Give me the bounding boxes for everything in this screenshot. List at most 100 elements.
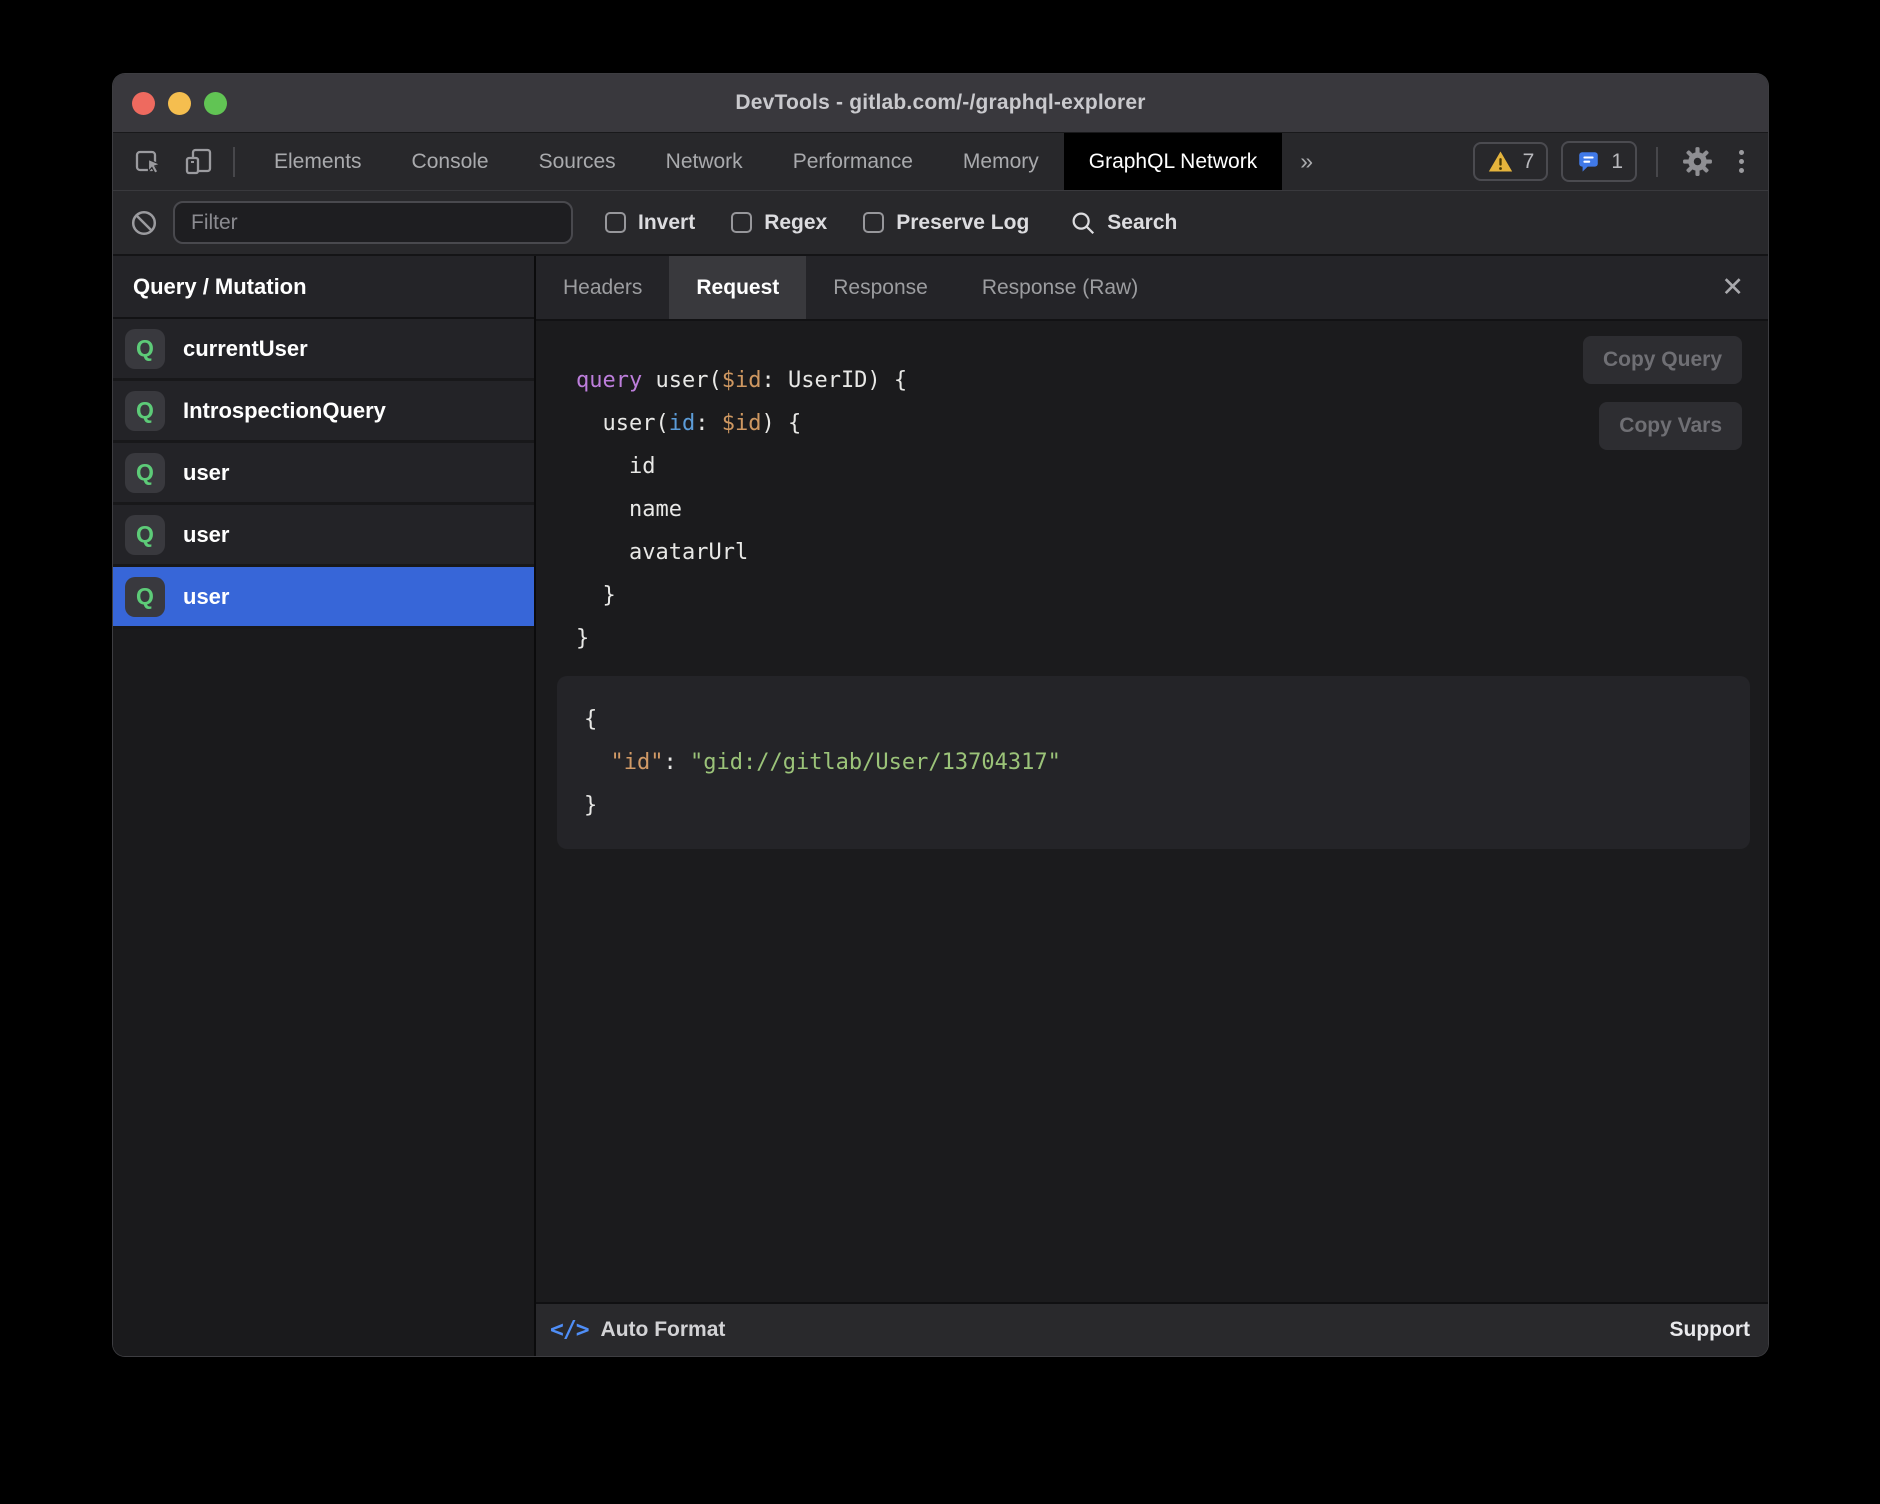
checkbox-regex[interactable]: Regex xyxy=(731,211,827,235)
code-token xyxy=(584,750,611,775)
filter-input[interactable] xyxy=(173,201,573,244)
checkbox-box-regex xyxy=(731,212,752,233)
settings-gear-icon[interactable] xyxy=(1677,145,1718,178)
tab-sources[interactable]: Sources xyxy=(514,133,641,190)
query-variables-box: { "id": "gid://gitlab/User/13704317"} xyxy=(557,676,1750,849)
query-name-label: currentUser xyxy=(183,336,308,362)
code-token: query xyxy=(576,368,642,393)
query-type-badge: Q xyxy=(125,453,165,493)
toolbar-left-icons xyxy=(113,133,249,190)
traffic-lights xyxy=(113,92,227,115)
variables-line-0: { xyxy=(584,698,1730,741)
warning-triangle-icon xyxy=(1487,149,1514,174)
tab-performance[interactable]: Performance xyxy=(768,133,938,190)
query-line-2: id xyxy=(576,445,1768,488)
code-token: "gid://gitlab/User/13704317" xyxy=(690,750,1061,775)
toolbar-right: 7 1 xyxy=(1473,133,1768,190)
checkbox-box-invert xyxy=(605,212,626,233)
detail-tab-response[interactable]: Response xyxy=(806,256,955,319)
checkbox-preserve-log[interactable]: Preserve Log xyxy=(863,211,1029,235)
query-sidebar: Query / Mutation QcurrentUserQIntrospect… xyxy=(113,256,536,1356)
code-token: "id" xyxy=(611,750,664,775)
detail-tab-headers[interactable]: Headers xyxy=(536,256,669,319)
code-token: user( xyxy=(642,368,721,393)
search-label: Search xyxy=(1107,211,1177,235)
sidebar-item-4[interactable]: Quser xyxy=(113,567,534,629)
zoom-window-button[interactable] xyxy=(204,92,227,115)
code-token: id xyxy=(576,454,655,479)
issues-count: 1 xyxy=(1611,150,1623,174)
tab-graphql-network[interactable]: GraphQL Network xyxy=(1064,133,1282,190)
copy-query-button[interactable]: Copy Query xyxy=(1583,336,1742,384)
tab-memory[interactable]: Memory xyxy=(938,133,1064,190)
checkbox-invert[interactable]: Invert xyxy=(605,211,695,235)
toolbar-separator xyxy=(233,147,235,177)
issues-badge[interactable]: 1 xyxy=(1561,141,1637,182)
checkbox-box-preserve-log xyxy=(863,212,884,233)
close-window-button[interactable] xyxy=(132,92,155,115)
variables-line-1: "id": "gid://gitlab/User/13704317" xyxy=(584,741,1730,784)
query-type-badge: Q xyxy=(125,577,165,617)
auto-format-button[interactable]: </> Auto Format xyxy=(550,1317,725,1343)
code-brackets-icon: </> xyxy=(550,1317,589,1343)
code-token: avatarUrl xyxy=(576,540,748,565)
toolbar-right-separator xyxy=(1656,147,1658,177)
query-name-label: user xyxy=(183,522,229,548)
support-link[interactable]: Support xyxy=(1670,1318,1750,1342)
checkbox-label-preserve-log: Preserve Log xyxy=(896,211,1029,235)
code-token: } xyxy=(576,583,616,608)
query-list: QcurrentUserQIntrospectionQueryQuserQuse… xyxy=(113,319,534,629)
main-area: Query / Mutation QcurrentUserQIntrospect… xyxy=(113,256,1768,1356)
code-token: user( xyxy=(576,411,669,436)
code-token: name xyxy=(576,497,682,522)
code-token: : xyxy=(663,750,690,775)
code-token: id xyxy=(669,411,696,436)
code-token: : xyxy=(695,411,722,436)
search-icon xyxy=(1069,209,1097,237)
panel-footer: </> Auto Format Support xyxy=(536,1302,1768,1356)
minimize-window-button[interactable] xyxy=(168,92,191,115)
close-panel-icon[interactable]: ✕ xyxy=(1721,274,1744,301)
inspect-element-icon[interactable] xyxy=(127,141,171,183)
warnings-count: 7 xyxy=(1523,150,1535,174)
code-token: : UserID) { xyxy=(761,368,907,393)
warnings-badge[interactable]: 7 xyxy=(1473,142,1549,181)
sidebar-empty-area xyxy=(113,629,534,1356)
detail-tab-request[interactable]: Request xyxy=(669,256,806,319)
graphql-query-code: query user($id: UserID) { user(id: $id) … xyxy=(536,359,1768,660)
query-line-1: user(id: $id) { xyxy=(576,402,1768,445)
sidebar-item-3[interactable]: Quser xyxy=(113,505,534,567)
search-toggle[interactable]: Search xyxy=(1069,209,1177,237)
query-name-label: user xyxy=(183,460,229,486)
window-title: DevTools - gitlab.com/-/graphql-explorer xyxy=(113,91,1768,115)
query-type-badge: Q xyxy=(125,329,165,369)
request-tab-content: query user($id: UserID) { user(id: $id) … xyxy=(536,321,1768,1302)
detail-tab-response-raw[interactable]: Response (Raw) xyxy=(955,256,1165,319)
more-options-icon[interactable] xyxy=(1731,150,1752,173)
clear-log-icon[interactable] xyxy=(129,208,159,238)
query-line-5: } xyxy=(576,574,1768,617)
tab-network[interactable]: Network xyxy=(641,133,768,190)
query-type-badge: Q xyxy=(125,391,165,431)
variables-line-2: } xyxy=(584,784,1730,827)
copy-vars-button[interactable]: Copy Vars xyxy=(1599,402,1742,450)
detail-panel: HeadersRequestResponseResponse (Raw) ✕ qu… xyxy=(536,256,1768,1356)
code-token: $id xyxy=(722,411,762,436)
more-tabs-button[interactable]: » xyxy=(1282,133,1331,190)
filter-checkboxes: Invert Regex Preserve Log xyxy=(605,211,1029,235)
devtools-tabs: ElementsConsoleSourcesNetworkPerformance… xyxy=(249,133,1282,190)
devtools-toolbar: ElementsConsoleSourcesNetworkPerformance… xyxy=(113,132,1768,190)
code-token: } xyxy=(576,626,589,651)
sidebar-item-0[interactable]: QcurrentUser xyxy=(113,319,534,381)
sidebar-item-2[interactable]: Quser xyxy=(113,443,534,505)
tab-console[interactable]: Console xyxy=(387,133,514,190)
code-token: { xyxy=(584,707,597,732)
detail-tabs: HeadersRequestResponseResponse (Raw) ✕ xyxy=(536,256,1768,321)
sidebar-item-1[interactable]: QIntrospectionQuery xyxy=(113,381,534,443)
code-token: $id xyxy=(722,368,762,393)
tab-elements[interactable]: Elements xyxy=(249,133,387,190)
checkbox-label-invert: Invert xyxy=(638,211,695,235)
title-bar: DevTools - gitlab.com/-/graphql-explorer xyxy=(113,74,1768,132)
code-token: } xyxy=(584,793,597,818)
device-toolbar-icon[interactable] xyxy=(177,141,221,183)
